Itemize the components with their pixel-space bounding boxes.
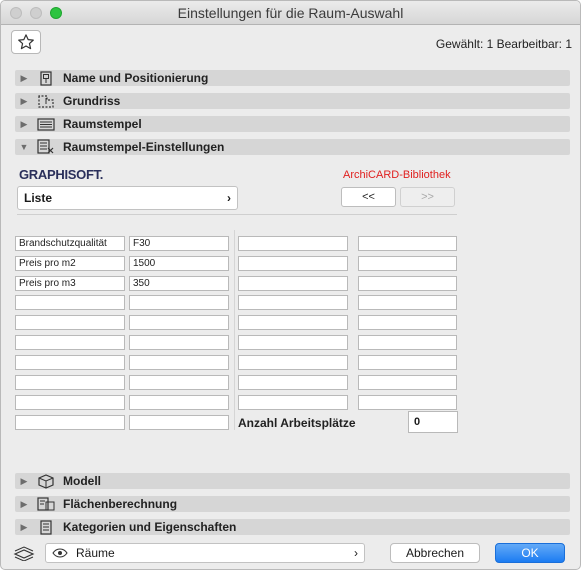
param-name-field[interactable]: Preis pro m3 xyxy=(15,276,125,291)
chevron-right-icon: › xyxy=(227,191,231,205)
section-label: Kategorien und Eigenschaften xyxy=(63,520,237,534)
workplaces-field[interactable]: 0 xyxy=(408,411,458,433)
param-name-field[interactable]: Brandschutzqualität xyxy=(15,236,125,251)
settings-dialog: Einstellungen für die Raum-Auswahl Gewäh… xyxy=(0,0,581,570)
section-zone-stamp-settings[interactable]: ▼ Raumstempel-Einstellungen xyxy=(15,139,570,155)
area-calc-icon xyxy=(33,496,59,512)
param-name-field[interactable] xyxy=(15,335,125,350)
collapsed-triangle-icon: ▶ xyxy=(20,475,28,486)
param-value-field[interactable] xyxy=(129,415,229,430)
param-name-field[interactable] xyxy=(238,335,348,350)
param-value-field[interactable] xyxy=(358,355,457,370)
section-categories-properties[interactable]: ▶ Kategorien und Eigenschaften xyxy=(15,519,570,535)
column-divider xyxy=(234,230,235,430)
star-icon xyxy=(18,34,34,50)
divider xyxy=(17,214,457,215)
param-value-field[interactable]: 350 xyxy=(129,276,229,291)
collapsed-triangle-icon: ▶ xyxy=(20,72,28,83)
param-value-field[interactable] xyxy=(358,236,457,251)
expanded-triangle-icon: ▼ xyxy=(19,142,29,152)
model-icon xyxy=(33,473,59,489)
categories-icon xyxy=(33,519,59,535)
param-name-field[interactable] xyxy=(238,395,348,410)
cancel-button[interactable]: Abbrechen xyxy=(390,543,480,563)
param-value-field[interactable] xyxy=(358,335,457,350)
chevron-right-icon: › xyxy=(354,546,358,560)
section-label: Raumstempel-Einstellungen xyxy=(63,140,225,154)
param-name-field[interactable] xyxy=(238,355,348,370)
param-name-field[interactable] xyxy=(238,375,348,390)
section-label: Modell xyxy=(63,474,101,488)
section-label: Raumstempel xyxy=(63,117,142,131)
ok-button[interactable]: OK xyxy=(495,543,565,563)
zone-stamp-icon xyxy=(33,117,59,131)
param-name-field[interactable] xyxy=(238,276,348,291)
section-floorplan[interactable]: ▶ Grundriss xyxy=(15,93,570,109)
collapsed-triangle-icon: ▶ xyxy=(20,95,28,106)
section-model[interactable]: ▶ Modell xyxy=(15,473,570,489)
section-label: Name und Positionierung xyxy=(63,71,209,85)
param-name-field[interactable] xyxy=(238,315,348,330)
section-label: Grundriss xyxy=(63,94,121,108)
param-name-field[interactable] xyxy=(15,295,125,310)
window-title: Einstellungen für die Raum-Auswahl xyxy=(177,5,404,21)
previous-button[interactable]: << xyxy=(341,187,396,207)
param-value-field[interactable] xyxy=(358,276,457,291)
param-value-field[interactable] xyxy=(129,315,229,330)
section-name-positioning[interactable]: ▶ Name und Positionierung xyxy=(15,70,570,86)
param-value-field[interactable] xyxy=(358,256,457,271)
param-value-field[interactable] xyxy=(129,295,229,310)
param-name-field[interactable]: Preis pro m2 xyxy=(15,256,125,271)
title-bar: Einstellungen für die Raum-Auswahl xyxy=(1,1,580,25)
param-value-field[interactable] xyxy=(129,355,229,370)
collapsed-triangle-icon: ▶ xyxy=(20,118,28,129)
layer-dropdown[interactable]: Räume › xyxy=(45,543,365,563)
floorplan-icon xyxy=(33,94,59,109)
next-button[interactable]: >> xyxy=(400,187,455,207)
name-position-icon xyxy=(33,70,59,86)
param-value-field[interactable] xyxy=(358,375,457,390)
section-label: Flächenberechnung xyxy=(63,497,178,511)
layer-label: Räume xyxy=(76,546,115,560)
zone-stamp-settings-panel: GRAPHISOFT. ArchiCARD-Bibliothek Liste ›… xyxy=(15,158,570,468)
param-value-field[interactable]: 1500 xyxy=(129,256,229,271)
param-name-field[interactable] xyxy=(15,395,125,410)
param-name-field[interactable] xyxy=(238,295,348,310)
section-area-calculation[interactable]: ▶ Flächenberechnung xyxy=(15,496,570,512)
param-name-field[interactable] xyxy=(15,375,125,390)
layers-icon xyxy=(11,544,37,562)
section-zone-stamp[interactable]: ▶ Raumstempel xyxy=(15,116,570,132)
zone-stamp-settings-icon xyxy=(33,139,59,155)
param-value-field[interactable] xyxy=(358,295,457,310)
workplaces-label: Anzahl Arbeitsplätze xyxy=(238,416,356,430)
param-name-field[interactable] xyxy=(15,355,125,370)
list-dropdown[interactable]: Liste › xyxy=(17,186,238,210)
param-name-field[interactable] xyxy=(238,256,348,271)
favorites-button[interactable] xyxy=(11,30,41,54)
param-name-field[interactable] xyxy=(238,236,348,251)
param-name-field[interactable] xyxy=(15,315,125,330)
collapsed-triangle-icon: ▶ xyxy=(20,498,28,509)
param-value-field[interactable] xyxy=(358,315,457,330)
param-value-field[interactable] xyxy=(129,395,229,410)
graphisoft-logo: GRAPHISOFT. xyxy=(19,167,104,182)
selection-info: Gewählt: 1 Bearbeitbar: 1 xyxy=(435,37,572,51)
param-value-field[interactable] xyxy=(129,375,229,390)
list-label: Liste xyxy=(24,191,53,205)
eye-icon xyxy=(52,548,68,558)
param-value-field[interactable]: F30 xyxy=(129,236,229,251)
collapsed-triangle-icon: ▶ xyxy=(20,521,28,532)
param-value-field[interactable] xyxy=(129,335,229,350)
param-value-field[interactable] xyxy=(358,395,457,410)
library-label: ArchiCARD-Bibliothek xyxy=(343,169,451,181)
param-name-field[interactable] xyxy=(15,415,125,430)
